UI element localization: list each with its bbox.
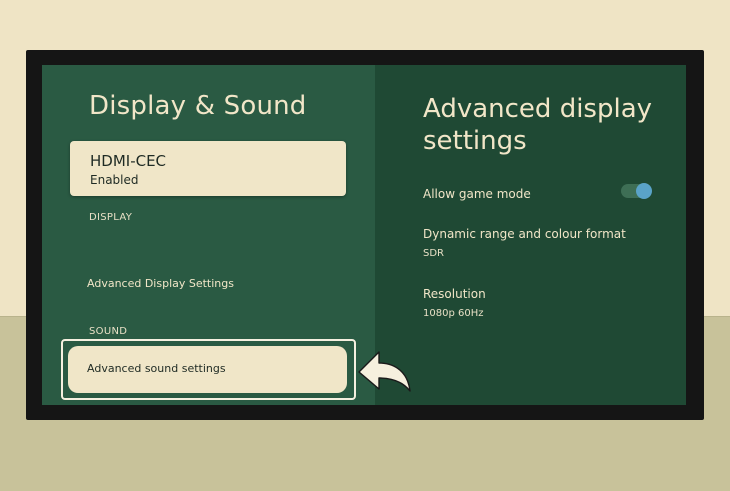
detail-title: Advanced display settings xyxy=(423,94,653,156)
advanced-sound-settings-label: Advanced sound settings xyxy=(87,362,226,375)
advanced-sound-settings-item[interactable]: Advanced sound settings xyxy=(68,346,347,393)
game-mode-toggle[interactable] xyxy=(621,183,652,199)
allow-game-mode-label: Allow game mode xyxy=(423,187,531,201)
display-section-header: DISPLAY xyxy=(89,212,133,223)
resolution-value: 1080p 60Hz xyxy=(423,308,484,319)
dynamic-range-label[interactable]: Dynamic range and colour format xyxy=(423,227,626,241)
hdmi-cec-item[interactable]: HDMI-CEC Enabled xyxy=(70,141,346,196)
advanced-display-settings-item[interactable]: Advanced Display Settings xyxy=(87,277,234,290)
sound-section-header: SOUND xyxy=(89,326,128,337)
toggle-knob xyxy=(636,183,652,199)
curved-arrow-icon xyxy=(358,351,411,392)
hdmi-cec-status: Enabled xyxy=(90,173,139,187)
settings-list-panel: Display & Sound HDMI-CEC Enabled DISPLAY… xyxy=(42,65,375,405)
detail-panel: Advanced display settings Allow game mod… xyxy=(375,65,686,405)
resolution-label[interactable]: Resolution xyxy=(423,287,486,301)
hdmi-cec-title: HDMI-CEC xyxy=(90,152,167,170)
page-title: Display & Sound xyxy=(89,91,307,121)
dynamic-range-value: SDR xyxy=(423,248,444,259)
